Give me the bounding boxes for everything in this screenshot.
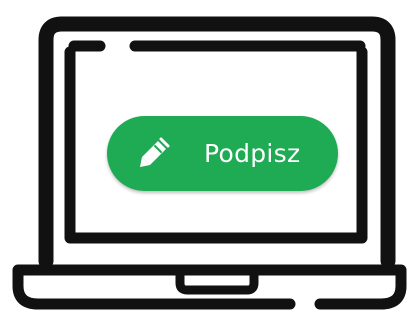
- pen-icon: [140, 137, 170, 167]
- illustration: Podpisz: [0, 0, 419, 312]
- sign-button[interactable]: Podpisz: [107, 116, 338, 191]
- sign-button-label: Podpisz: [204, 139, 301, 168]
